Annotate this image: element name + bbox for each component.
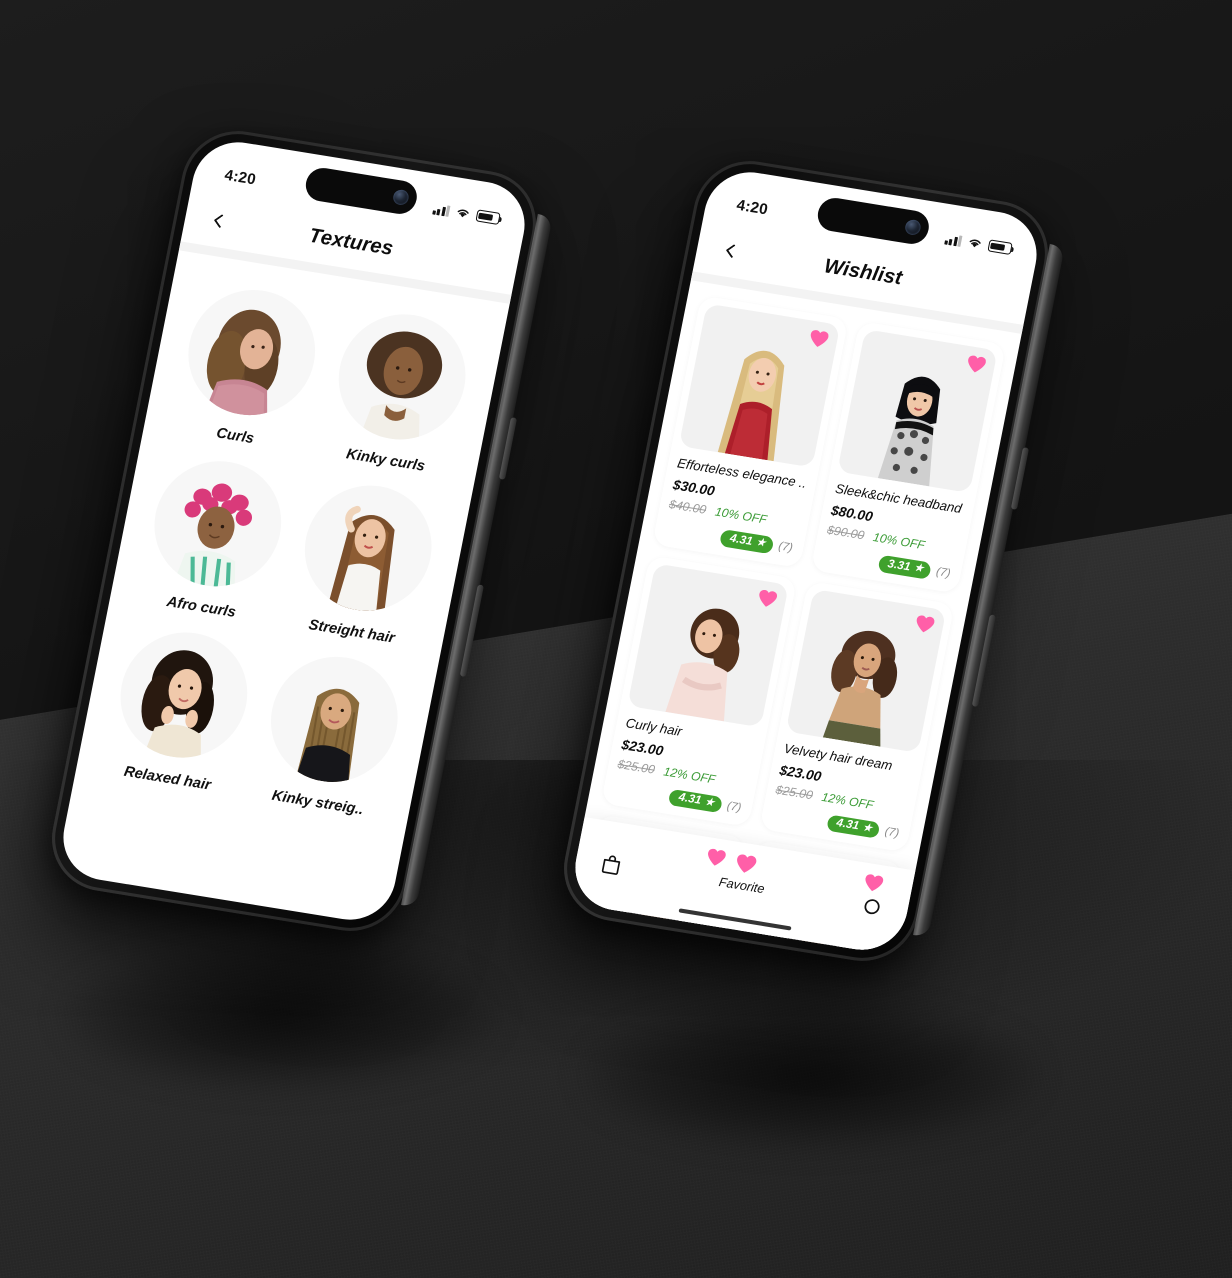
review-count: (7) — [725, 799, 743, 815]
review-count: (7) — [777, 540, 794, 555]
status-time-textures: 4:20 — [223, 166, 258, 189]
texture-item-streight-hair[interactable]: Streight hair — [278, 475, 453, 652]
wifi-icon — [457, 209, 469, 218]
texture-item-relaxed-hair[interactable]: Relaxed hair — [94, 622, 269, 799]
signal-bars-icon — [943, 233, 963, 247]
product-discount: 12% OFF — [662, 763, 717, 787]
back-button-textures[interactable] — [205, 206, 236, 236]
woman-long-curly-hair-image — [205, 309, 281, 421]
star-icon: ★ — [861, 821, 873, 835]
texture-item-kinky-curls[interactable]: Kinky curls — [312, 303, 487, 480]
rating-value: 4.31 — [677, 791, 703, 807]
texture-thumb-streight-hair — [293, 476, 443, 620]
front-camera-lens-icon — [903, 218, 922, 237]
heart-icon[interactable] — [965, 353, 989, 375]
woman-pink-hair-rollers-image — [174, 483, 253, 591]
review-count: (7) — [883, 825, 901, 840]
star-icon: ★ — [704, 796, 716, 809]
back-button-wishlist[interactable] — [717, 236, 748, 266]
rating-value: 4.31 — [728, 531, 754, 548]
star-icon: ★ — [913, 562, 925, 575]
texture-thumb-kinky-streight — [259, 647, 409, 792]
heart-icon[interactable] — [913, 612, 937, 634]
dynamic-island-wishlist — [814, 195, 932, 247]
status-time-wishlist: 4:20 — [735, 196, 770, 219]
texture-item-curls[interactable]: Curls — [161, 279, 336, 456]
heart-icon[interactable] — [862, 872, 886, 894]
texture-label: Relaxed hair — [122, 763, 213, 794]
texture-label: Kinky streig.. — [270, 787, 365, 819]
tab-label-favorite: Favorite — [717, 874, 766, 897]
heart-icon[interactable] — [704, 846, 728, 868]
battery-icon — [987, 239, 1013, 255]
battery-icon — [475, 209, 501, 225]
product-discount: 12% OFF — [820, 789, 875, 812]
product-discount: 10% OFF — [871, 529, 927, 553]
signal-bars-icon — [431, 203, 451, 217]
texture-label: Curls — [215, 425, 256, 448]
heart-icon[interactable] — [755, 587, 779, 609]
profile-circle-icon[interactable] — [859, 895, 885, 918]
bag-icon[interactable] — [598, 853, 624, 876]
chevron-left-icon — [725, 244, 740, 259]
texture-item-afro-curls[interactable]: Afro curls — [128, 450, 303, 627]
product-old-price: $25.00 — [774, 781, 815, 802]
product-discount: 10% OFF — [713, 504, 769, 527]
status-icons-wishlist — [943, 232, 1013, 255]
texture-label: Streight hair — [307, 616, 397, 647]
rating-value: 3.31 — [886, 557, 912, 574]
rating-badge: 4.31 ★ — [667, 788, 723, 814]
dynamic-island-textures — [302, 165, 420, 217]
home-indicator — [678, 907, 792, 931]
texture-thumb-afro-curls — [143, 452, 293, 596]
woman-long-braids-image — [296, 688, 360, 786]
chevron-left-icon — [213, 214, 228, 229]
product-image-wrap — [627, 562, 789, 727]
review-count: (7) — [935, 566, 952, 581]
product-image-wrap — [836, 329, 998, 493]
heart-icon[interactable] — [807, 327, 831, 349]
wifi-icon — [969, 239, 981, 248]
product-image-wrap — [678, 303, 840, 468]
texture-item-kinky-streight[interactable]: Kinky streig.. — [244, 646, 419, 823]
rating-badge: 4.31 ★ — [719, 528, 775, 554]
texture-label: Kinky curls — [344, 446, 427, 475]
rating-value: 4.31 — [835, 816, 861, 833]
heart-icon — [737, 854, 757, 873]
product-old-price: $40.00 — [667, 496, 708, 517]
woman-afro-kinky-curls-image — [360, 331, 443, 444]
texture-label: Afro curls — [165, 593, 238, 621]
woman-dark-relaxed-waves-image — [141, 650, 214, 762]
star-icon: ★ — [755, 536, 767, 550]
texture-thumb-curls — [177, 280, 327, 425]
rating-badge: 3.31 ★ — [877, 554, 932, 580]
rating-badge: 4.31 ★ — [825, 813, 881, 839]
product-image-wrap — [785, 588, 947, 753]
product-old-price: $25.00 — [616, 756, 657, 777]
status-icons-textures — [431, 202, 501, 225]
texture-thumb-relaxed-hair — [109, 623, 259, 767]
woman-long-straight-brown-hair-image — [327, 505, 395, 615]
product-old-price: $90.00 — [826, 522, 866, 543]
front-camera-lens-icon — [391, 188, 410, 207]
texture-thumb-kinky-curls — [327, 305, 477, 449]
